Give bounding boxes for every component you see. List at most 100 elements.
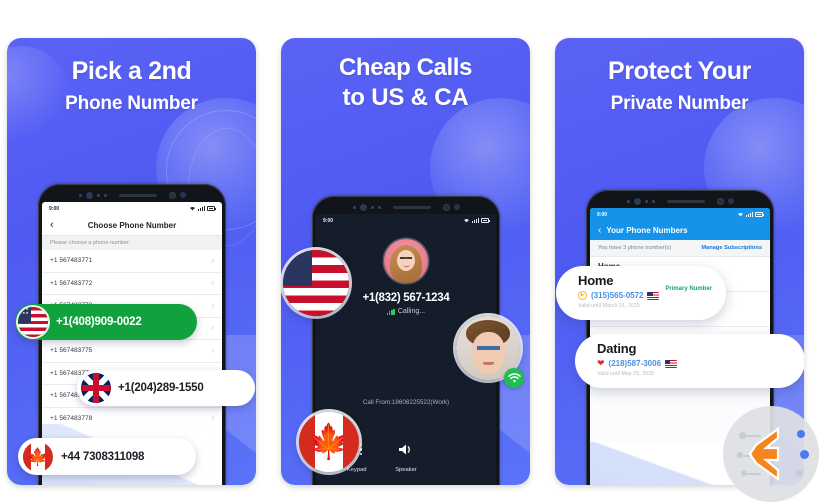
screenshot-panel-2: Cheap Calls to US & CA 9:00 +1(832) 567-… (281, 38, 530, 485)
speaker-icon (381, 441, 430, 458)
placeholder-cell (431, 441, 480, 476)
wifi-icon (504, 368, 524, 388)
front-camera-icon (359, 203, 367, 211)
signal-bars-icon (198, 206, 205, 211)
iris-scanner-icon (716, 197, 724, 205)
chevron-left-icon[interactable]: ‹ (598, 225, 601, 236)
card-number-row: ▶ (315)565-0572 (578, 291, 712, 300)
status-time: 9:00 (323, 217, 334, 224)
ca-flag-icon: 🍁 (299, 412, 359, 472)
wifi-icon (190, 207, 196, 211)
status-bar: 9:00 (42, 202, 222, 215)
list-item-number: +1 567483775 (50, 347, 93, 355)
panel-heading-group: Cheap Calls to US & CA (281, 38, 530, 112)
screen-title: Your Phone Numbers (606, 226, 688, 235)
status-indicators (463, 218, 490, 223)
list-item[interactable]: +1 567483778 › (42, 408, 222, 430)
panel-heading-line-1: Protect Your (608, 57, 751, 85)
call-from-text: Call From:18608225522(Work) (362, 399, 450, 406)
screen-navigation-bar: ‹ Choose Phone Number (42, 215, 222, 235)
panel-heading-group: Pick a 2nd Phone Number (7, 38, 256, 114)
floating-number-pill-us[interactable]: +1(408)909-0022 (15, 304, 197, 340)
status-indicators (737, 212, 764, 217)
chevron-right-icon: › (211, 300, 214, 310)
female-caller-avatar (384, 239, 428, 283)
sensor-dot-icon (644, 199, 648, 203)
signal-bars-icon (746, 212, 753, 217)
card-validity: Valid until March 21, 2025 (578, 303, 640, 309)
signal-strength-icon (386, 308, 395, 315)
pill-number: +1(204)289-1550 (118, 382, 204, 394)
phone-notch-bar (590, 194, 770, 208)
chevron-right-icon: › (211, 345, 214, 355)
battery-icon (755, 212, 764, 217)
earpiece-speaker-icon (666, 199, 705, 203)
chevron-right-icon: › (211, 323, 214, 333)
list-item-number: +1 567483771 (50, 257, 93, 265)
brand-logo-watermark (723, 406, 819, 502)
chevron-right-icon: › (211, 278, 214, 288)
sensor-dot-icon (78, 193, 82, 197)
manage-subscriptions-link[interactable]: Manage Subscriptions (701, 245, 762, 251)
status-bar: 9:00 (590, 208, 770, 221)
avatar-mouth-shape (483, 362, 494, 365)
floating-number-pill-ca[interactable]: 🍁 +44 7308311098 (18, 438, 196, 475)
list-item-number: +1 567483778 (50, 414, 93, 422)
battery-icon (481, 218, 490, 223)
play-circle-icon: ▶ (578, 291, 587, 300)
panel-heading-line-2: to US & CA (342, 84, 469, 112)
chevron-right-icon: › (211, 435, 214, 445)
floating-number-card-home[interactable]: Home ▶ (315)565-0572 Valid until March 2… (556, 266, 726, 320)
call-status-row: Calling... (316, 308, 496, 315)
panel-heading-group: Protect Your Private Number (555, 38, 804, 114)
card-number: (218)587-3006 (608, 359, 662, 368)
phone-notch-bar (42, 188, 222, 202)
status-time: 9:00 (597, 211, 608, 218)
floating-number-pill-uk[interactable]: +1(204)289-1550 (77, 370, 255, 406)
heart-icon: ❤ (597, 358, 605, 368)
iris-scanner-icon (168, 191, 176, 199)
ca-flag-icon: 🍁 (23, 441, 53, 472)
card-number-row: ❤ (218)587-3006 (597, 359, 791, 368)
status-badge: Primary Number (665, 286, 712, 292)
earpiece-speaker-icon (392, 205, 431, 209)
list-item[interactable]: +1 567483771 › (42, 250, 222, 273)
panel-heading-line-2: Phone Number (65, 92, 198, 114)
chevron-right-icon: › (211, 413, 214, 423)
screenshot-panel-1: Pick a 2nd Phone Number 9:00 ‹ Choose Ph… (7, 38, 256, 485)
panel-heading-line-1: Pick a 2nd (71, 57, 192, 85)
logo-node (800, 450, 809, 459)
panel-heading-line-1: Cheap Calls (339, 54, 472, 81)
chevron-right-icon: › (211, 458, 214, 468)
avatar-face-shape (397, 250, 415, 271)
sensor-dot-icon (651, 199, 655, 203)
status-time: 9:00 (49, 205, 60, 212)
choose-number-hint: Please choose a phone number: (42, 235, 222, 250)
status-indicators (189, 206, 216, 211)
control-label: Speaker (395, 467, 417, 473)
call-status-text: Calling... (397, 308, 426, 315)
avatar-eyes-shape (400, 257, 412, 259)
signal-bars-icon (472, 218, 479, 223)
us-flag-icon (283, 250, 349, 316)
screen-navigation-bar: ‹ Your Phone Numbers (590, 221, 770, 240)
sensor-dot-icon (103, 193, 107, 197)
front-camera-icon (85, 191, 93, 199)
sensor-dot-icon (96, 193, 100, 197)
battery-icon (207, 206, 216, 211)
screenshot-stage: Pick a 2nd Phone Number 9:00 ‹ Choose Ph… (0, 0, 825, 504)
iris-scanner-icon (442, 203, 450, 211)
us-flag-icon (18, 307, 48, 337)
subscription-summary-row: You have 3 phone number(s) Manage Subscr… (590, 240, 770, 257)
floating-number-card-dating[interactable]: Dating ❤ (218)587-3006 Valid until May 2… (575, 334, 804, 388)
sensor-dot-icon (626, 199, 630, 203)
uk-flag-icon (81, 373, 111, 403)
speaker-button[interactable]: Speaker (381, 441, 430, 476)
front-camera-icon (633, 197, 641, 205)
avatar-eyes-shape (477, 346, 500, 350)
list-item[interactable]: +1 567483772 › (42, 273, 222, 295)
list-item[interactable]: +1 567483775 › (42, 340, 222, 363)
list-item[interactable]: +1 567483770 › (42, 475, 222, 485)
list-item-number: +1 567483770 (50, 482, 92, 485)
screen-title: Choose Phone Number (87, 220, 177, 230)
